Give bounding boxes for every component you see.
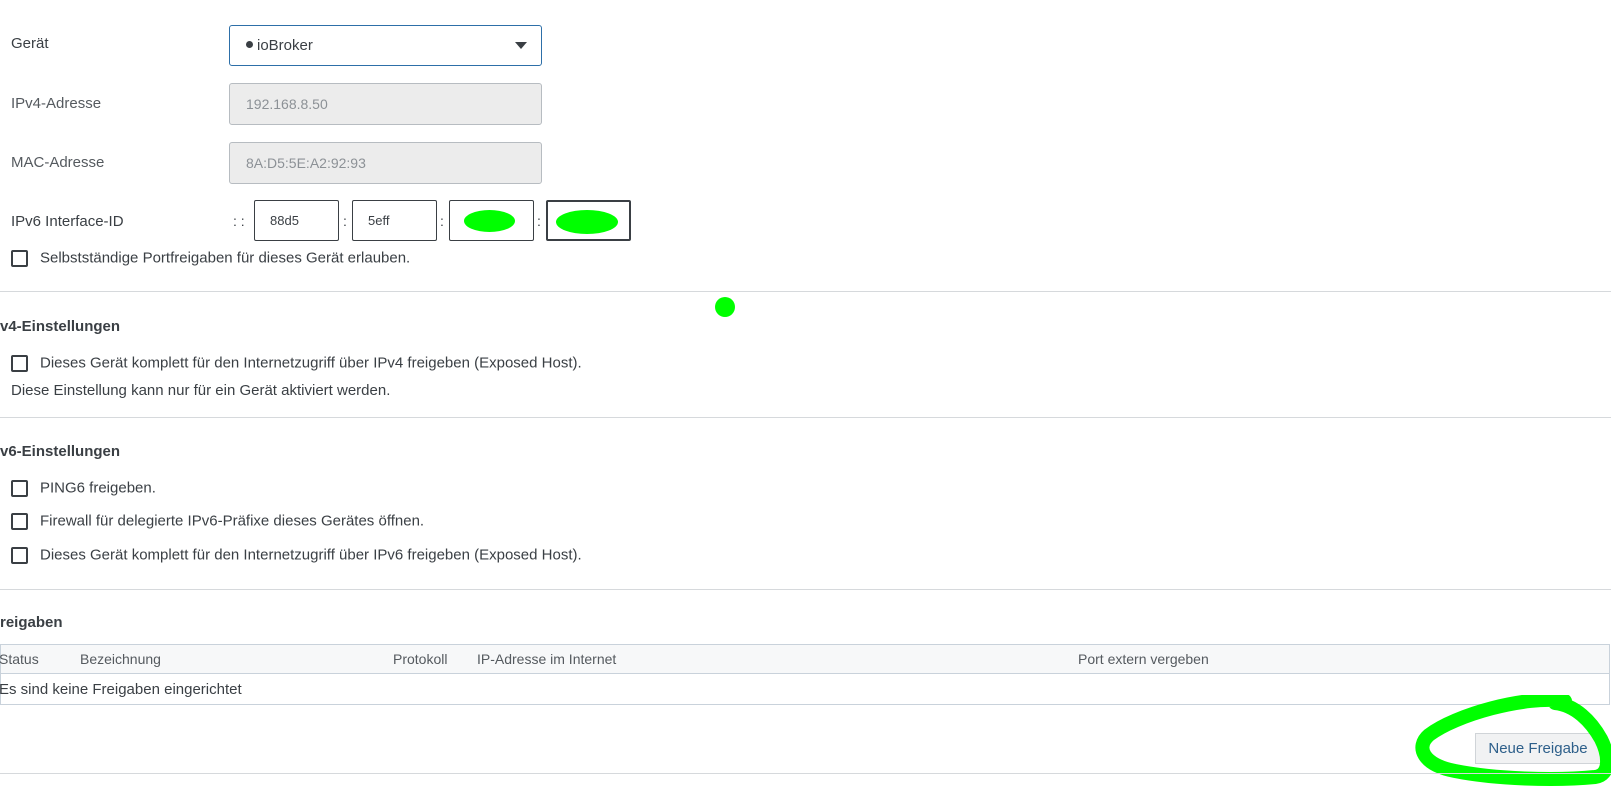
column-status: Status xyxy=(0,651,39,667)
ipv4-settings-title: v4-Einstellungen xyxy=(0,318,121,335)
column-port-extern: Port extern vergeben xyxy=(1078,651,1209,667)
allow-portfw-checkbox[interactable] xyxy=(11,249,28,267)
device-select[interactable]: ioBroker xyxy=(229,25,542,66)
status-dot-icon xyxy=(246,41,253,48)
shares-table-header: Status Bezeichnung Protokoll IP-Adresse … xyxy=(0,644,1610,674)
firewall-row[interactable]: Firewall für delegierte IPv6-Präfixe die… xyxy=(11,512,424,532)
ipv6-interface-label: IPv6 Interface-ID xyxy=(11,213,124,230)
allow-portfw-label: Selbstständige Portfreigaben für dieses … xyxy=(40,249,411,267)
ping6-label: PING6 freigeben. xyxy=(40,479,156,497)
column-protokoll: Protokoll xyxy=(393,651,448,667)
ping6-row[interactable]: PING6 freigeben. xyxy=(11,479,156,499)
ipv6-separator-3: : xyxy=(537,213,541,229)
ipv4-exposed-host-row[interactable]: Dieses Gerät komplett für den Internetzu… xyxy=(11,354,582,374)
firewall-label: Firewall für delegierte IPv6-Präfixe die… xyxy=(40,512,425,530)
redaction-mark xyxy=(556,210,618,234)
ipv4-exposed-host-label: Dieses Gerät komplett für den Internetzu… xyxy=(40,354,582,372)
ipv6-exposed-host-label: Dieses Gerät komplett für den Internetzu… xyxy=(40,546,582,564)
ipv4-exposed-host-note: Diese Einstellung kann nur für ein Gerät… xyxy=(11,382,391,399)
mac-field: 8A:D5:5E:A2:92:93 xyxy=(229,142,542,184)
section-divider xyxy=(0,589,1611,590)
redaction-mark xyxy=(464,210,515,232)
shares-table-body: Es sind keine Freigaben eingerichtet xyxy=(0,674,1610,705)
new-share-button[interactable]: Neue Freigabe xyxy=(1475,733,1601,764)
ipv6-exposed-host-row[interactable]: Dieses Gerät komplett für den Internetzu… xyxy=(11,546,582,566)
ipv6-segment-1[interactable]: 88d5 xyxy=(254,200,339,241)
ipv6-segment-2[interactable]: 5eff xyxy=(352,200,437,241)
column-bezeichnung: Bezeichnung xyxy=(80,651,161,667)
ipv4-label: IPv4-Adresse xyxy=(11,95,102,112)
chevron-down-icon[interactable] xyxy=(515,42,527,49)
shares-empty-message: Es sind keine Freigaben eingerichtet xyxy=(0,681,242,698)
ipv6-exposed-host-checkbox[interactable] xyxy=(11,546,28,564)
device-label: Gerät xyxy=(11,35,49,52)
shares-title: reigaben xyxy=(0,614,63,631)
ipv6-settings-title: v6-Einstellungen xyxy=(0,443,121,460)
column-ip-internet: IP-Adresse im Internet xyxy=(477,651,617,667)
bottom-divider xyxy=(0,773,1611,774)
redaction-dot xyxy=(715,297,735,317)
ipv4-exposed-host-checkbox[interactable] xyxy=(11,354,28,372)
allow-portfw-row[interactable]: Selbstständige Portfreigaben für dieses … xyxy=(11,249,410,269)
ipv6-prefix-separator: : : xyxy=(233,213,245,229)
section-divider xyxy=(0,417,1611,418)
device-select-value: ioBroker xyxy=(257,37,313,54)
firewall-checkbox[interactable] xyxy=(11,512,28,530)
ipv6-separator-1: : xyxy=(343,213,347,229)
ipv6-separator-2: : xyxy=(440,213,444,229)
section-divider xyxy=(0,291,1611,292)
ipv4-field: 192.168.8.50 xyxy=(229,83,542,125)
mac-label: MAC-Adresse xyxy=(11,154,105,171)
ping6-checkbox[interactable] xyxy=(11,479,28,497)
